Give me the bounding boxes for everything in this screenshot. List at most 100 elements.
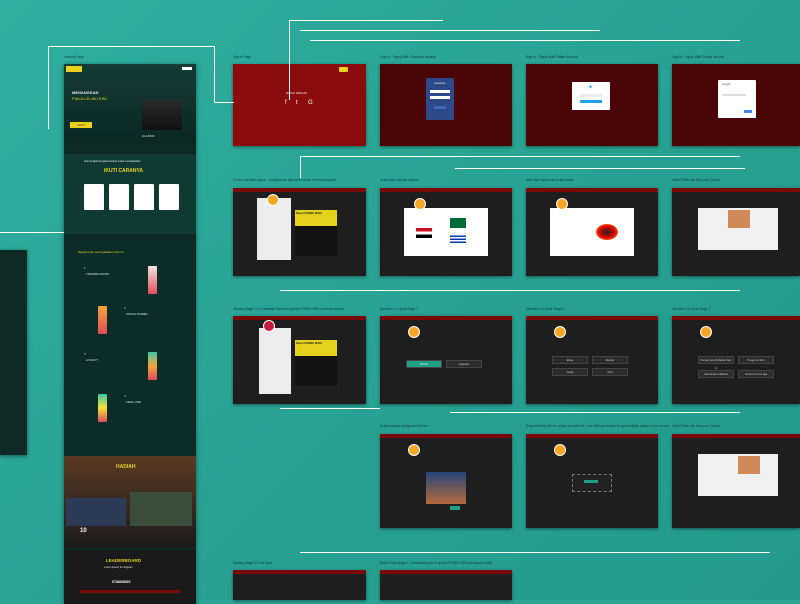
google-modal-title: Google (722, 83, 731, 86)
flow-label-r1-1: Sign in Page (233, 55, 252, 59)
stage-2-bar (98, 306, 107, 334)
flow-label-r4-3: Select Photo file from your Device (672, 424, 721, 428)
landing-hero: MENANGKAN PIALA LELAKI KINI IKUTI CLASSI… (64, 64, 196, 144)
twitter-login-button[interactable] (580, 100, 602, 103)
flow-connector (289, 20, 290, 100)
flow-label-r3-4: Question 3 in Quiz Stage 1 (672, 307, 711, 311)
twitter-icon[interactable]: t (296, 100, 298, 106)
avatar[interactable] (700, 326, 712, 338)
prize-title: HADIAH (116, 464, 136, 470)
flow-label-r3-2: Question 1 in Quiz Stage 1 (380, 307, 419, 311)
promo-image (295, 226, 337, 256)
quiz-option-1[interactable]: Pemain (406, 360, 442, 368)
landing-label: Landing Page (64, 55, 84, 59)
leaderboard-subtitle: Lorem ipsum for dolgram (104, 566, 133, 569)
quiz-option-2[interactable]: Angkatan (446, 360, 482, 368)
stage1-start-artboard: Step PONDS MAN (233, 316, 366, 404)
stage-2-label: SOCIAL POWER (126, 312, 148, 316)
photo-select-artboard (672, 188, 800, 276)
flag-uruguay[interactable] (450, 234, 466, 244)
how-to-section: Ikuti langkah-langkah berikut untuk mend… (64, 154, 196, 234)
avatar[interactable] (408, 326, 420, 338)
drop-zone[interactable] (572, 474, 612, 492)
photo-thumbnail[interactable] (728, 210, 750, 228)
prize-image-players (66, 498, 126, 526)
quiz-option-3[interactable]: Ada pemain di Markas (698, 370, 734, 378)
quiz-option-4[interactable]: Semua ini cuma saja (738, 370, 774, 378)
step-card-2 (109, 184, 129, 210)
flag-egypt[interactable] (416, 228, 432, 238)
stage-4-label: FINAL LINE (126, 400, 141, 404)
top-nav (672, 316, 800, 320)
promo-image (295, 356, 337, 386)
twitter-username-field[interactable] (580, 94, 602, 97)
background-theme-artboard (380, 434, 512, 528)
country-badge (596, 224, 618, 240)
facebook-login-button[interactable] (434, 106, 446, 109)
select-file-button[interactable] (584, 480, 598, 483)
quiz-option-4[interactable]: Opsi (592, 368, 628, 376)
flow-label-r2-4: Select Photo file from your Device (672, 178, 721, 182)
profile-modal (550, 208, 634, 256)
flow-connector (450, 412, 740, 413)
standings-title: STANDINGS (112, 580, 131, 584)
flow-label-r2-1: For the first time popup - complete the … (233, 178, 337, 182)
prize-image-stadium (130, 492, 192, 526)
nav-menu-icon[interactable] (182, 67, 192, 70)
avatar[interactable] (408, 444, 420, 456)
country-select-artboard (380, 188, 512, 276)
flow-connector (280, 408, 380, 409)
top-nav (526, 188, 658, 192)
avatar[interactable] (267, 194, 279, 206)
flag-saudi[interactable] (450, 218, 466, 228)
facebook-modal-title: Facebook (434, 82, 446, 85)
avatar[interactable] (554, 444, 566, 456)
avatar[interactable] (414, 198, 426, 210)
hero-cta-button[interactable]: IKUTI (70, 122, 92, 128)
quiz-q2-artboard: Emas Duamar Gelap Opsi (526, 316, 658, 404)
flow-connector (300, 30, 600, 31)
google-icon[interactable]: G (308, 100, 313, 106)
theme-preview (426, 472, 466, 504)
avatar[interactable] (263, 320, 275, 332)
quiz-q1-artboard: Pemain Angkatan (380, 316, 512, 404)
progress-title: Bagaimana meningkatkan poinmu (78, 250, 124, 254)
flow-label-r3-1: Starting Stage 1 & Contestant Step and u… (233, 307, 344, 311)
photo-thumbnail[interactable] (738, 456, 760, 474)
quiz-option-3[interactable]: Gelap (552, 368, 588, 376)
quiz-option-2[interactable]: Duamar (592, 356, 628, 364)
stage-2-number: 2 (124, 306, 126, 310)
google-next-button[interactable] (744, 110, 752, 113)
brand-logo (66, 66, 82, 72)
quiz-option-1[interactable]: Pemain yang di Markas Ingin Ini (698, 356, 734, 370)
flow-label-r2-2: Select your favorite country (380, 178, 419, 182)
promo-banner: Step PONDS MAN (295, 340, 337, 356)
google-email-field[interactable] (722, 94, 746, 96)
stage-4-bar (98, 394, 107, 422)
landing-artboard: MENANGKAN PIALA LELAKI KINI IKUTI CLASSI… (64, 64, 196, 604)
section-title: IKUTI CARANYA (104, 168, 143, 174)
quiz-q3-artboard: Pemain yang di Markas Ingin Ini Pengen k… (672, 316, 800, 404)
standings-table-header (80, 590, 180, 593)
stage-3-number: 3 (84, 352, 86, 356)
hero-line-2: PIALA LELAKI KINI (72, 96, 107, 101)
google-popup-artboard: Google (672, 64, 800, 146)
twitter-modal: ✦ (572, 82, 610, 110)
step-card-4 (159, 184, 179, 210)
top-nav (526, 316, 658, 320)
avatar[interactable] (556, 198, 568, 210)
step-card-1 (84, 184, 104, 210)
stage-1-number: 1 (84, 266, 86, 270)
quiz-option-2[interactable]: Pengen ke Seni (738, 356, 774, 364)
top-nav (233, 188, 366, 192)
theme-next-button[interactable] (450, 506, 460, 510)
top-nav (380, 316, 512, 320)
facebook-email-field[interactable] (430, 90, 450, 93)
top-nav (380, 188, 512, 192)
facebook-icon[interactable]: f (285, 100, 287, 106)
facebook-password-field[interactable] (430, 96, 450, 99)
quiz-option-1[interactable]: Emas (552, 356, 588, 364)
leaderboard-section: LEADERBOARD Lorem ipsum for dolgram STAN… (64, 550, 196, 604)
avatar[interactable] (554, 326, 566, 338)
leaderboard-title: LEADERBOARD (106, 558, 142, 563)
